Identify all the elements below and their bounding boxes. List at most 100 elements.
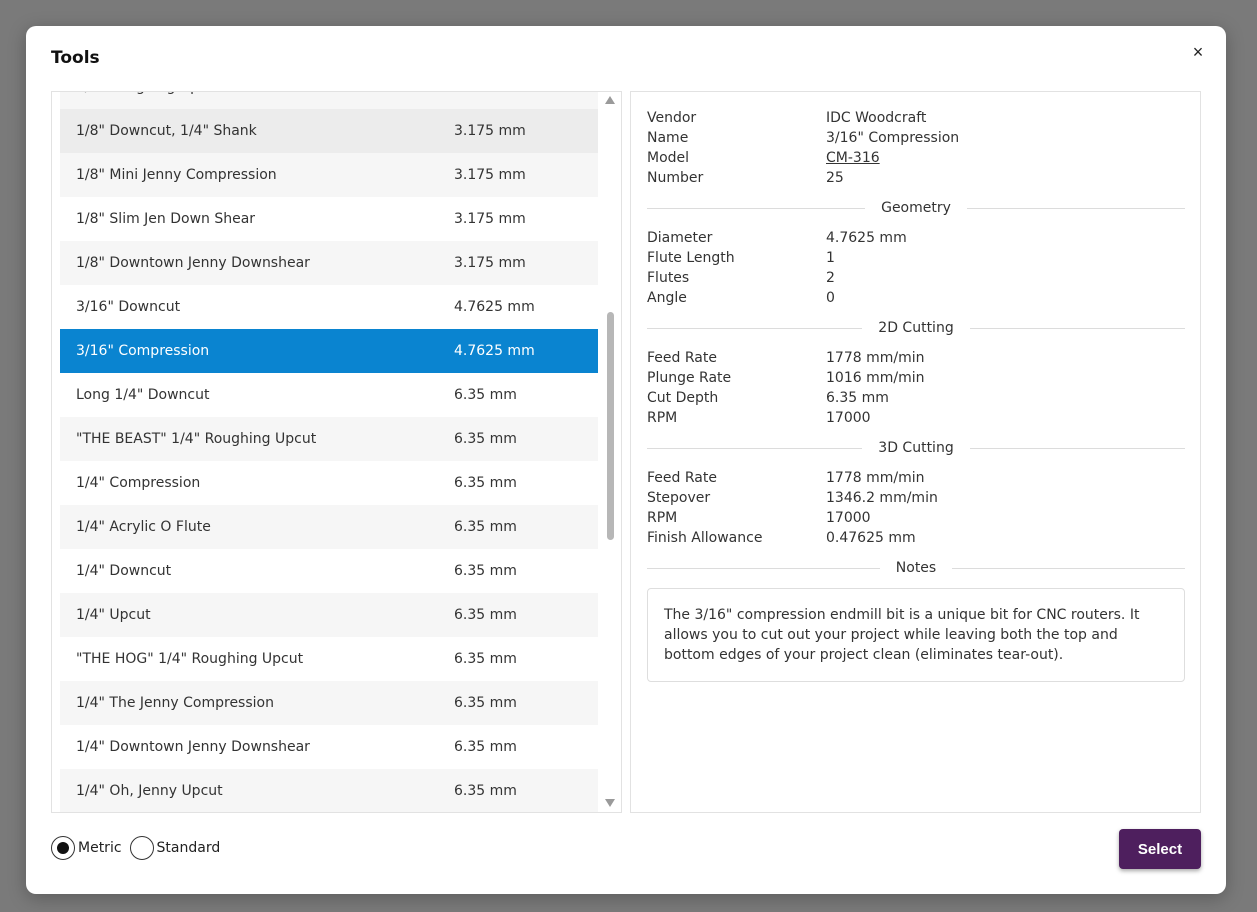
tool-name: 1/4" Downtown Jenny Downshear [76, 739, 310, 755]
radio-button[interactable] [129, 836, 154, 860]
detail-label: RPM [647, 410, 678, 426]
detail-value: IDC Woodcraft [826, 110, 927, 126]
section-divider [952, 567, 1185, 569]
section-title: 2D Cutting [878, 320, 954, 336]
tool-list-item[interactable]: 1/4" Downtown Jenny Downshear 6.35 mm [60, 725, 598, 769]
detail-label: Feed Rate [647, 350, 717, 366]
section-divider [647, 567, 880, 569]
unit-toggle: Metric Standard [51, 836, 228, 860]
tool-name: "THE HOG" 1/4" Roughing Upcut [76, 651, 304, 667]
notes-header: Notes [647, 554, 1185, 582]
tool-list-item[interactable]: 1/4" Acrylic O Flute 6.35 mm [60, 505, 598, 549]
tool-name: 1/4" Acrylic O Flute [76, 519, 211, 535]
tool-list: 1/8" Roughing Upcut3.175 mm1/8" Downcut,… [60, 92, 598, 812]
tool-diameter: 6.35 mm [454, 563, 517, 579]
tool-list-item[interactable]: "THE BEAST" 1/4" Roughing Upcut 6.35 mm [60, 417, 598, 461]
section-divider [647, 447, 863, 449]
tool-list-item[interactable]: Long 1/4" Downcut 6.35 mm [60, 373, 598, 417]
detail-value: 17000 [826, 410, 871, 426]
tool-list-item[interactable]: 1/4" The Jenny Compression 6.35 mm [60, 681, 598, 725]
detail-row: Cut Depth 6.35 mm [647, 388, 1185, 408]
tool-name: 3/16" Compression [76, 343, 210, 359]
detail-value: 1346.2 mm/min [826, 490, 938, 506]
tool-list-item[interactable]: 1/8" Mini Jenny Compression 3.175 mm [60, 153, 598, 197]
tools-dialog: Tools × 1/8" Roughing Upcut3.175 mm1/8" … [26, 26, 1226, 894]
tool-name: "THE BEAST" 1/4" Roughing Upcut [76, 431, 317, 447]
tool-diameter: 3.175 mm [454, 255, 526, 271]
tool-list-item[interactable]: 3/16" Downcut 4.7625 mm [60, 285, 598, 329]
detail-row: RPM 17000 [647, 408, 1185, 428]
scroll-up-arrow-icon[interactable] [605, 96, 615, 104]
select-button[interactable]: Select [1119, 829, 1201, 869]
detail-label: Feed Rate [647, 470, 717, 486]
detail-value: 1778 mm/min [826, 470, 925, 486]
radio-label: Standard [156, 840, 221, 856]
section-title: 3D Cutting [878, 440, 954, 456]
tool-list-item[interactable]: 1/8" Downcut, 1/4" Shank 3.175 mm [60, 109, 598, 153]
detail-value: 1016 mm/min [826, 370, 925, 386]
tool-name: 1/4" The Jenny Compression [76, 695, 274, 711]
tool-name: 1/4" Oh, Jenny Upcut [76, 783, 223, 799]
detail-label: Model [647, 150, 690, 166]
tool-list-item[interactable]: 3/16" Compression 4.7625 mm [60, 329, 598, 373]
tool-diameter: 4.7625 mm [454, 299, 535, 315]
tool-diameter: 6.35 mm [454, 431, 517, 447]
notes-text: The 3/16" compression endmill bit is a u… [647, 588, 1185, 682]
detail-label: Diameter [647, 230, 713, 246]
detail-row: Stepover 1346.2 mm/min [647, 488, 1185, 508]
section-title: Geometry [881, 200, 951, 216]
tool-name: 1/8" Downtown Jenny Downshear [76, 255, 310, 271]
tool-list-item[interactable]: 1/4" Downcut 6.35 mm [60, 549, 598, 593]
detail-label: Number [647, 170, 704, 186]
radio-label: Metric [78, 840, 122, 856]
section-title: Notes [895, 560, 937, 576]
detail-row: Feed Rate 1778 mm/min [647, 348, 1185, 368]
detail-label: Stepover [647, 490, 711, 506]
tool-name: 1/4" Downcut [76, 563, 172, 579]
tool-name: 1/8" Downcut, 1/4" Shank [76, 123, 257, 139]
tool-diameter: 6.35 mm [454, 695, 517, 711]
tool-diameter: 3.175 mm [454, 92, 598, 95]
detail-label: Vendor [647, 110, 697, 126]
scroll-thumb[interactable] [607, 312, 614, 540]
tool-list-item[interactable]: 1/8" Slim Jen Down Shear 3.175 mm [60, 197, 598, 241]
detail-row: Finish Allowance 0.47625 mm [647, 528, 1185, 548]
detail-row: Model CM-316 [647, 148, 1185, 168]
section-header: 3D Cutting [647, 434, 1186, 462]
detail-row: RPM 17000 [647, 508, 1185, 528]
tool-diameter: 3.175 mm [454, 123, 526, 139]
unit-option-standard[interactable]: Standard [129, 836, 221, 860]
detail-label: RPM [647, 510, 678, 526]
detail-label: Angle [647, 290, 687, 306]
detail-label: Cut Depth [647, 390, 719, 406]
tool-name: 1/4" Compression [76, 475, 201, 491]
detail-value: 4.7625 mm [826, 230, 907, 246]
section-divider [966, 207, 1185, 209]
tool-list-item[interactable]: 1/4" Compression 6.35 mm [60, 461, 598, 505]
close-icon[interactable]: × [1188, 42, 1208, 62]
tool-list-item[interactable]: 1/4" Upcut 6.35 mm [60, 593, 598, 637]
tool-list-item[interactable]: 1/8" Roughing Upcut3.175 mm [60, 92, 598, 109]
tool-diameter: 6.35 mm [454, 475, 517, 491]
model-link[interactable]: CM-316 [826, 148, 1185, 168]
tool-diameter: 6.35 mm [454, 519, 517, 535]
tool-list-item[interactable]: 1/8" Downtown Jenny Downshear 3.175 mm [60, 241, 598, 285]
tool-name: 1/8" Roughing Upcut [60, 92, 454, 95]
tool-list-item[interactable]: "THE HOG" 1/4" Roughing Upcut 6.35 mm [60, 637, 598, 681]
tool-diameter: 6.35 mm [454, 783, 517, 799]
tool-detail-panel: Vendor IDC Woodcraft Name 3/16" Compression… [630, 91, 1201, 813]
detail-row: Angle 0 [647, 288, 1185, 308]
detail-label: Name [647, 130, 689, 146]
unit-option-metric[interactable]: Metric [51, 836, 122, 860]
tool-diameter: 3.175 mm [454, 211, 526, 227]
section-divider [969, 447, 1186, 449]
detail-value: 1778 mm/min [826, 350, 925, 366]
detail-value: 17000 [826, 510, 871, 526]
radio-button[interactable] [51, 836, 75, 860]
detail-label: Flutes [647, 270, 690, 286]
scroll-down-arrow-icon[interactable] [605, 799, 615, 807]
tool-diameter: 6.35 mm [454, 387, 517, 403]
dialog-title: Tools [51, 48, 100, 68]
tool-list-item[interactable]: 1/4" Oh, Jenny Upcut 6.35 mm [60, 769, 598, 812]
tool-list-scrollbar[interactable] [599, 92, 621, 812]
